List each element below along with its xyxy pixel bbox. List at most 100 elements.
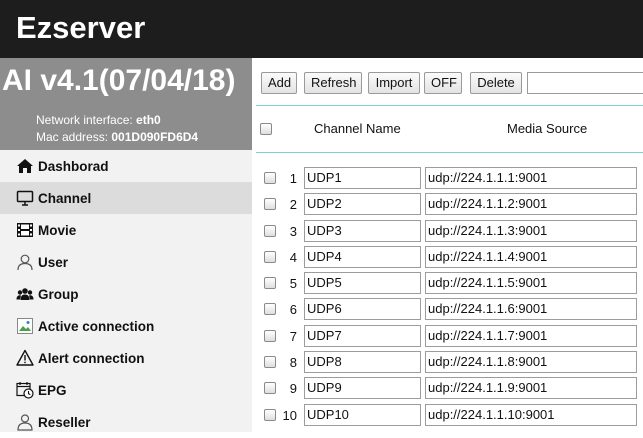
network-interface-value: eth0 (136, 113, 161, 127)
row-checkbox[interactable] (264, 408, 276, 421)
off-button[interactable]: OFF (424, 72, 462, 94)
monitor-icon (16, 189, 34, 207)
sidebar-item-label: EPG (38, 382, 67, 398)
row-checkbox[interactable] (264, 277, 276, 290)
row-checkbox[interactable] (264, 382, 276, 395)
row-checkbox[interactable] (264, 356, 276, 369)
row-number: 3 (289, 223, 297, 239)
table-row: 2 UDP2 udp://224.1.1.2:9001 (252, 191, 643, 217)
table-row: 5 UDP5 udp://224.1.1.5:9001 (252, 270, 643, 296)
row-number: 6 (289, 302, 297, 318)
media-source-field[interactable]: udp://224.1.1.10:9001 (425, 403, 637, 426)
channel-name-field[interactable]: UDP9 (304, 377, 421, 400)
sidebar-item-label: Active connection (38, 318, 155, 334)
channel-panel: Add Refresh Import OFF Delete Channel Na… (252, 58, 643, 432)
sidebar-item-label: Alert connection (38, 350, 145, 366)
media-source-field[interactable]: udp://224.1.1.5:9001 (425, 272, 637, 295)
row-checkbox[interactable] (264, 250, 276, 263)
table-row: 4 UDP4 udp://224.1.1.4:9001 (252, 244, 643, 270)
sidebar-item-label: Channel (38, 190, 92, 206)
media-source-field[interactable]: udp://224.1.1.9:9001 (425, 377, 637, 400)
media-source-field[interactable]: udp://224.1.1.8:9001 (425, 351, 637, 374)
row-checkbox[interactable] (264, 329, 276, 342)
add-button[interactable]: Add (261, 72, 297, 94)
column-header-media-source: Media Source (507, 121, 588, 136)
sidebar-item-group[interactable]: Group (0, 278, 252, 310)
alert-icon (16, 349, 34, 367)
media-source-field[interactable]: udp://224.1.1.3:9001 (425, 219, 637, 242)
table-row: 7 UDP7 udp://224.1.1.7:9001 (252, 323, 643, 349)
header-divider (256, 152, 643, 153)
calendar-clock-icon (16, 381, 34, 399)
sidebar-item-active-connection[interactable]: Active connection (0, 310, 252, 342)
table-row: 8 UDP8 udp://224.1.1.8:9001 (252, 349, 643, 375)
table-row: 9 UDP9 udp://224.1.1.9:9001 (252, 375, 643, 401)
home-icon (16, 157, 34, 175)
sidebar-item-label: Group (38, 286, 79, 302)
sidebar-item-alert-connection[interactable]: Alert connection (0, 342, 252, 374)
film-icon (16, 221, 34, 239)
sidebar-item-dashboard[interactable]: Dashborad (0, 150, 252, 182)
mac-address-value: 001D090FD6D4 (111, 130, 199, 144)
table-row: 3 UDP3 udp://224.1.1.3:9001 (252, 218, 643, 244)
media-source-field[interactable]: udp://224.1.1.2:9001 (425, 193, 637, 216)
channel-name-field[interactable]: UDP7 (304, 324, 421, 347)
table-row: 1 UDP1 udp://224.1.1.1:9001 (252, 165, 643, 191)
mac-address-line: Mac address: 001D090FD6D4 (36, 130, 198, 144)
sidebar-item-epg[interactable]: EPG (0, 374, 252, 406)
table-row: 10 UDP10 udp://224.1.1.10:9001 (252, 402, 643, 428)
table-header: Channel Name Media Source (252, 106, 643, 152)
sidebar-item-label: Reseller (38, 414, 91, 430)
row-number: 1 (289, 171, 297, 186)
media-source-field[interactable]: udp://224.1.1.4:9001 (425, 245, 637, 268)
refresh-button[interactable]: Refresh (304, 72, 362, 94)
channel-name-field[interactable]: UDP3 (304, 219, 421, 242)
user-icon (16, 253, 34, 271)
delete-button[interactable]: Delete (470, 72, 522, 94)
server-info-panel: AI v4.1(07/04/18) Network interface: eth… (0, 58, 252, 150)
channel-name-field[interactable]: UDP5 (304, 272, 421, 295)
import-button[interactable]: Import (368, 72, 420, 94)
column-header-channel-name: Channel Name (314, 121, 401, 136)
select-all-checkbox[interactable] (260, 123, 272, 135)
row-number: 5 (289, 276, 297, 292)
app-header: Ezserver (0, 0, 643, 58)
sidebar-item-channel[interactable]: Channel (0, 182, 252, 214)
network-interface-label: Network interface: (36, 113, 133, 127)
sidebar-item-reseller[interactable]: Reseller (0, 406, 252, 438)
sidebar-item-label: Dashborad (38, 158, 109, 174)
channel-name-field[interactable]: UDP4 (304, 245, 421, 268)
reseller-icon (16, 413, 34, 431)
sidebar-item-user[interactable]: User (0, 246, 252, 278)
app-title: Ezserver (16, 10, 146, 45)
sidebar-nav: Dashborad Channel Movie User Group Activ… (0, 150, 252, 438)
channel-name-field[interactable]: UDP10 (304, 403, 421, 426)
media-source-field[interactable]: udp://224.1.1.6:9001 (425, 298, 637, 321)
channel-name-field[interactable]: UDP2 (304, 193, 421, 216)
channel-name-field[interactable]: UDP6 (304, 298, 421, 321)
row-number: 9 (289, 381, 297, 397)
row-number: 2 (289, 197, 297, 213)
mac-address-label: Mac address: (36, 130, 109, 144)
row-number: 8 (289, 355, 297, 371)
channel-name-field[interactable]: UDP8 (304, 351, 421, 374)
row-number: 4 (289, 249, 297, 265)
media-source-field[interactable]: udp://224.1.1.7:9001 (425, 324, 637, 347)
network-interface-line: Network interface: eth0 (36, 113, 161, 127)
version-label: AI v4.1(07/04/18) (2, 64, 236, 97)
channel-name-field[interactable]: UDP1 (304, 167, 421, 189)
group-icon (16, 285, 34, 303)
row-checkbox[interactable] (264, 172, 276, 184)
media-source-field[interactable]: udp://224.1.1.1:9001 (425, 167, 637, 189)
sidebar: AI v4.1(07/04/18) Network interface: eth… (0, 58, 252, 432)
sidebar-item-movie[interactable]: Movie (0, 214, 252, 246)
row-checkbox[interactable] (264, 198, 276, 211)
row-checkbox[interactable] (264, 224, 276, 237)
sidebar-item-label: User (38, 254, 69, 270)
filter-input[interactable] (527, 72, 643, 94)
row-checkbox[interactable] (264, 303, 276, 316)
toolbar: Add Refresh Import OFF Delete (252, 58, 643, 104)
table-row: 6 UDP6 udp://224.1.1.6:9001 (252, 296, 643, 322)
sidebar-item-label: Movie (38, 222, 77, 238)
row-number: 7 (289, 328, 297, 344)
